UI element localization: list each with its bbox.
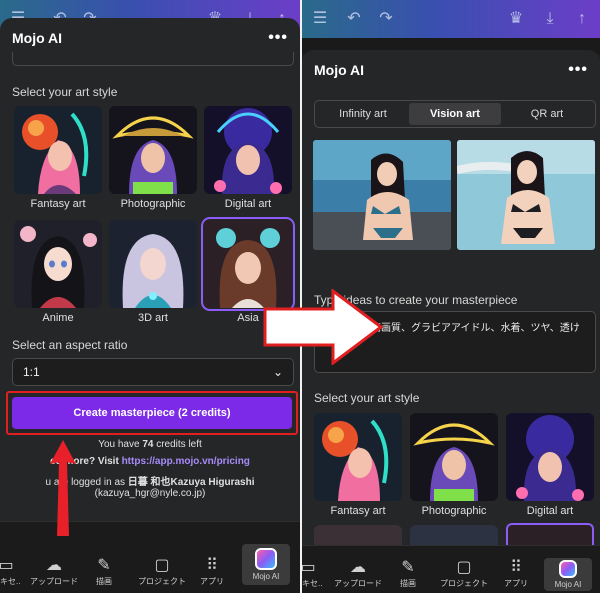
style-fantasy-art[interactable]: Fantasy art bbox=[14, 106, 102, 210]
folder-icon: ▢ bbox=[456, 559, 472, 576]
credits-count: 74 bbox=[142, 439, 154, 450]
3d-art-thumbnail bbox=[109, 220, 197, 308]
tab-qr-art[interactable]: QR art bbox=[501, 103, 593, 125]
style-photographic[interactable]: Photographic bbox=[109, 106, 197, 210]
panel-header: Mojo AI ••• bbox=[314, 56, 588, 84]
style-3d-art-partial[interactable] bbox=[410, 525, 498, 545]
chevron-down-icon: ⌄ bbox=[272, 365, 283, 379]
style-digital-art[interactable]: Digital art bbox=[506, 413, 594, 517]
style-asia-partial[interactable] bbox=[506, 523, 594, 545]
style-photographic[interactable]: Photographic bbox=[410, 413, 498, 517]
nav-upload[interactable]: ☁ アップロード bbox=[334, 558, 382, 589]
prompt-input-edge[interactable] bbox=[12, 52, 294, 66]
folder-icon: ▢ bbox=[154, 557, 170, 574]
style-anime-partial[interactable] bbox=[314, 525, 402, 545]
mojo-logo-icon bbox=[559, 560, 577, 578]
bottom-nav: ▭ドキセ.. ☁アップロード ✎描画 ▢プロジェクト ⠿アプリ Mojo AI bbox=[0, 521, 300, 593]
aspect-ratio-select[interactable]: 1:1 ⌄ bbox=[12, 358, 294, 386]
style-label: Fantasy art bbox=[30, 198, 86, 210]
digital-art-thumbnail bbox=[204, 106, 292, 194]
aspect-section-label: Select an aspect ratio bbox=[12, 338, 128, 352]
bottom-nav: ▭ドキセ.. ☁アップロード ✎描画 ▢プロジェクト ⠿アプリ Mojo AI bbox=[302, 545, 600, 593]
pen-icon: ✎ bbox=[97, 557, 111, 574]
fantasy-art-thumbnail bbox=[14, 106, 102, 194]
generated-image-1[interactable] bbox=[313, 140, 451, 250]
nav-apps[interactable]: ⠿ アプリ bbox=[504, 558, 528, 589]
style-label: Photographic bbox=[421, 505, 487, 517]
top-toolbar: ☰ ↶ ↷ ♛ ⤓ ↑ bbox=[302, 0, 600, 38]
credits-text: You have 74 credits left bbox=[98, 439, 202, 450]
more-options-icon[interactable]: ••• bbox=[568, 61, 588, 79]
style-section-label: Select your art style bbox=[314, 391, 420, 405]
panel-title: Mojo AI bbox=[314, 62, 365, 78]
panel-title: Mojo AI bbox=[12, 30, 63, 46]
nav-docs[interactable]: ▭ドキセ.. bbox=[302, 558, 322, 589]
style-fantasy-art[interactable]: Fantasy art bbox=[314, 413, 402, 517]
pen-icon: ✎ bbox=[401, 559, 415, 576]
upload-cloud-icon: ☁ bbox=[350, 559, 366, 576]
style-label: Digital art bbox=[526, 505, 574, 517]
left-screen: ☰ ↶ ↷ ♛ ⤓ ↑ Mojo AI ••• Select your art … bbox=[0, 0, 300, 593]
style-section-label: Select your art style bbox=[12, 85, 118, 99]
nav-draw[interactable]: ✎ 描画 bbox=[400, 558, 416, 589]
transition-arrow bbox=[263, 289, 383, 365]
tab-infinity-art[interactable]: Infinity art bbox=[317, 103, 409, 125]
photographic-thumbnail bbox=[410, 413, 498, 501]
photographic-thumbnail bbox=[109, 106, 197, 194]
style-digital-art[interactable]: Digital art bbox=[204, 106, 292, 210]
user-email: (kazuya_hgr@nyle.co.jp) bbox=[94, 488, 206, 499]
nav-upload[interactable]: ☁ アップロード bbox=[30, 556, 78, 587]
nav-draw[interactable]: ✎ 描画 bbox=[96, 556, 112, 587]
nav-projects[interactable]: ▢ プロジェクト bbox=[138, 556, 186, 587]
redo-icon[interactable]: ↷ bbox=[376, 9, 396, 29]
grid-icon: ⠿ bbox=[206, 557, 218, 574]
share-icon[interactable]: ↑ bbox=[572, 9, 592, 29]
style-label: Digital art bbox=[224, 198, 272, 210]
style-label: Photographic bbox=[120, 198, 186, 210]
mojo-logo-icon bbox=[255, 548, 277, 570]
style-label: 3D art bbox=[138, 312, 168, 324]
download-icon[interactable]: ⤓ bbox=[540, 9, 560, 29]
nav-projects[interactable]: ▢ プロジェクト bbox=[440, 558, 488, 589]
grid-icon: ⠿ bbox=[510, 559, 522, 576]
fantasy-art-thumbnail bbox=[314, 413, 402, 501]
red-arrow-annotation bbox=[50, 440, 76, 536]
menu-icon[interactable]: ☰ bbox=[310, 9, 330, 29]
upload-cloud-icon: ☁ bbox=[46, 557, 62, 574]
aspect-ratio-value: 1:1 bbox=[23, 365, 40, 379]
document-icon: ▭ bbox=[302, 559, 316, 576]
style-anime[interactable]: Anime bbox=[14, 220, 102, 324]
create-masterpiece-button[interactable]: Create masterpiece (2 credits) bbox=[12, 397, 292, 429]
anime-thumbnail bbox=[14, 220, 102, 308]
nav-apps[interactable]: ⠿ アプリ bbox=[200, 556, 224, 587]
need-more-text: ed more? Visit https://app.mojo.vn/prici… bbox=[50, 456, 250, 467]
undo-icon[interactable]: ↶ bbox=[344, 9, 364, 29]
panel-header: Mojo AI ••• bbox=[12, 24, 288, 52]
nav-docs[interactable]: ▭ドキセ.. bbox=[0, 556, 20, 587]
pricing-link[interactable]: https://app.mojo.vn/pricing bbox=[122, 456, 250, 467]
digital-art-thumbnail bbox=[506, 413, 594, 501]
tab-vision-art[interactable]: Vision art bbox=[409, 103, 501, 125]
more-options-icon[interactable]: ••• bbox=[268, 29, 288, 47]
nav-mojo-ai[interactable]: Mojo AI bbox=[242, 544, 290, 585]
crown-icon[interactable]: ♛ bbox=[506, 9, 526, 29]
user-name: 日暮 和也Kazuya Higurashi bbox=[127, 477, 255, 488]
style-3d-art[interactable]: 3D art bbox=[109, 220, 197, 324]
style-label: Fantasy art bbox=[330, 505, 386, 517]
nav-mojo-ai[interactable]: Mojo AI bbox=[544, 558, 592, 591]
document-icon: ▭ bbox=[0, 557, 14, 574]
style-label: Anime bbox=[42, 312, 74, 324]
generated-image-2[interactable] bbox=[457, 140, 595, 250]
create-button-highlight: Create masterpiece (2 credits) bbox=[6, 391, 298, 435]
mode-tabs: Infinity art Vision art QR art bbox=[314, 100, 596, 128]
logged-in-text: u are logged in as 日暮 和也Kazuya Higurashi bbox=[45, 477, 255, 488]
